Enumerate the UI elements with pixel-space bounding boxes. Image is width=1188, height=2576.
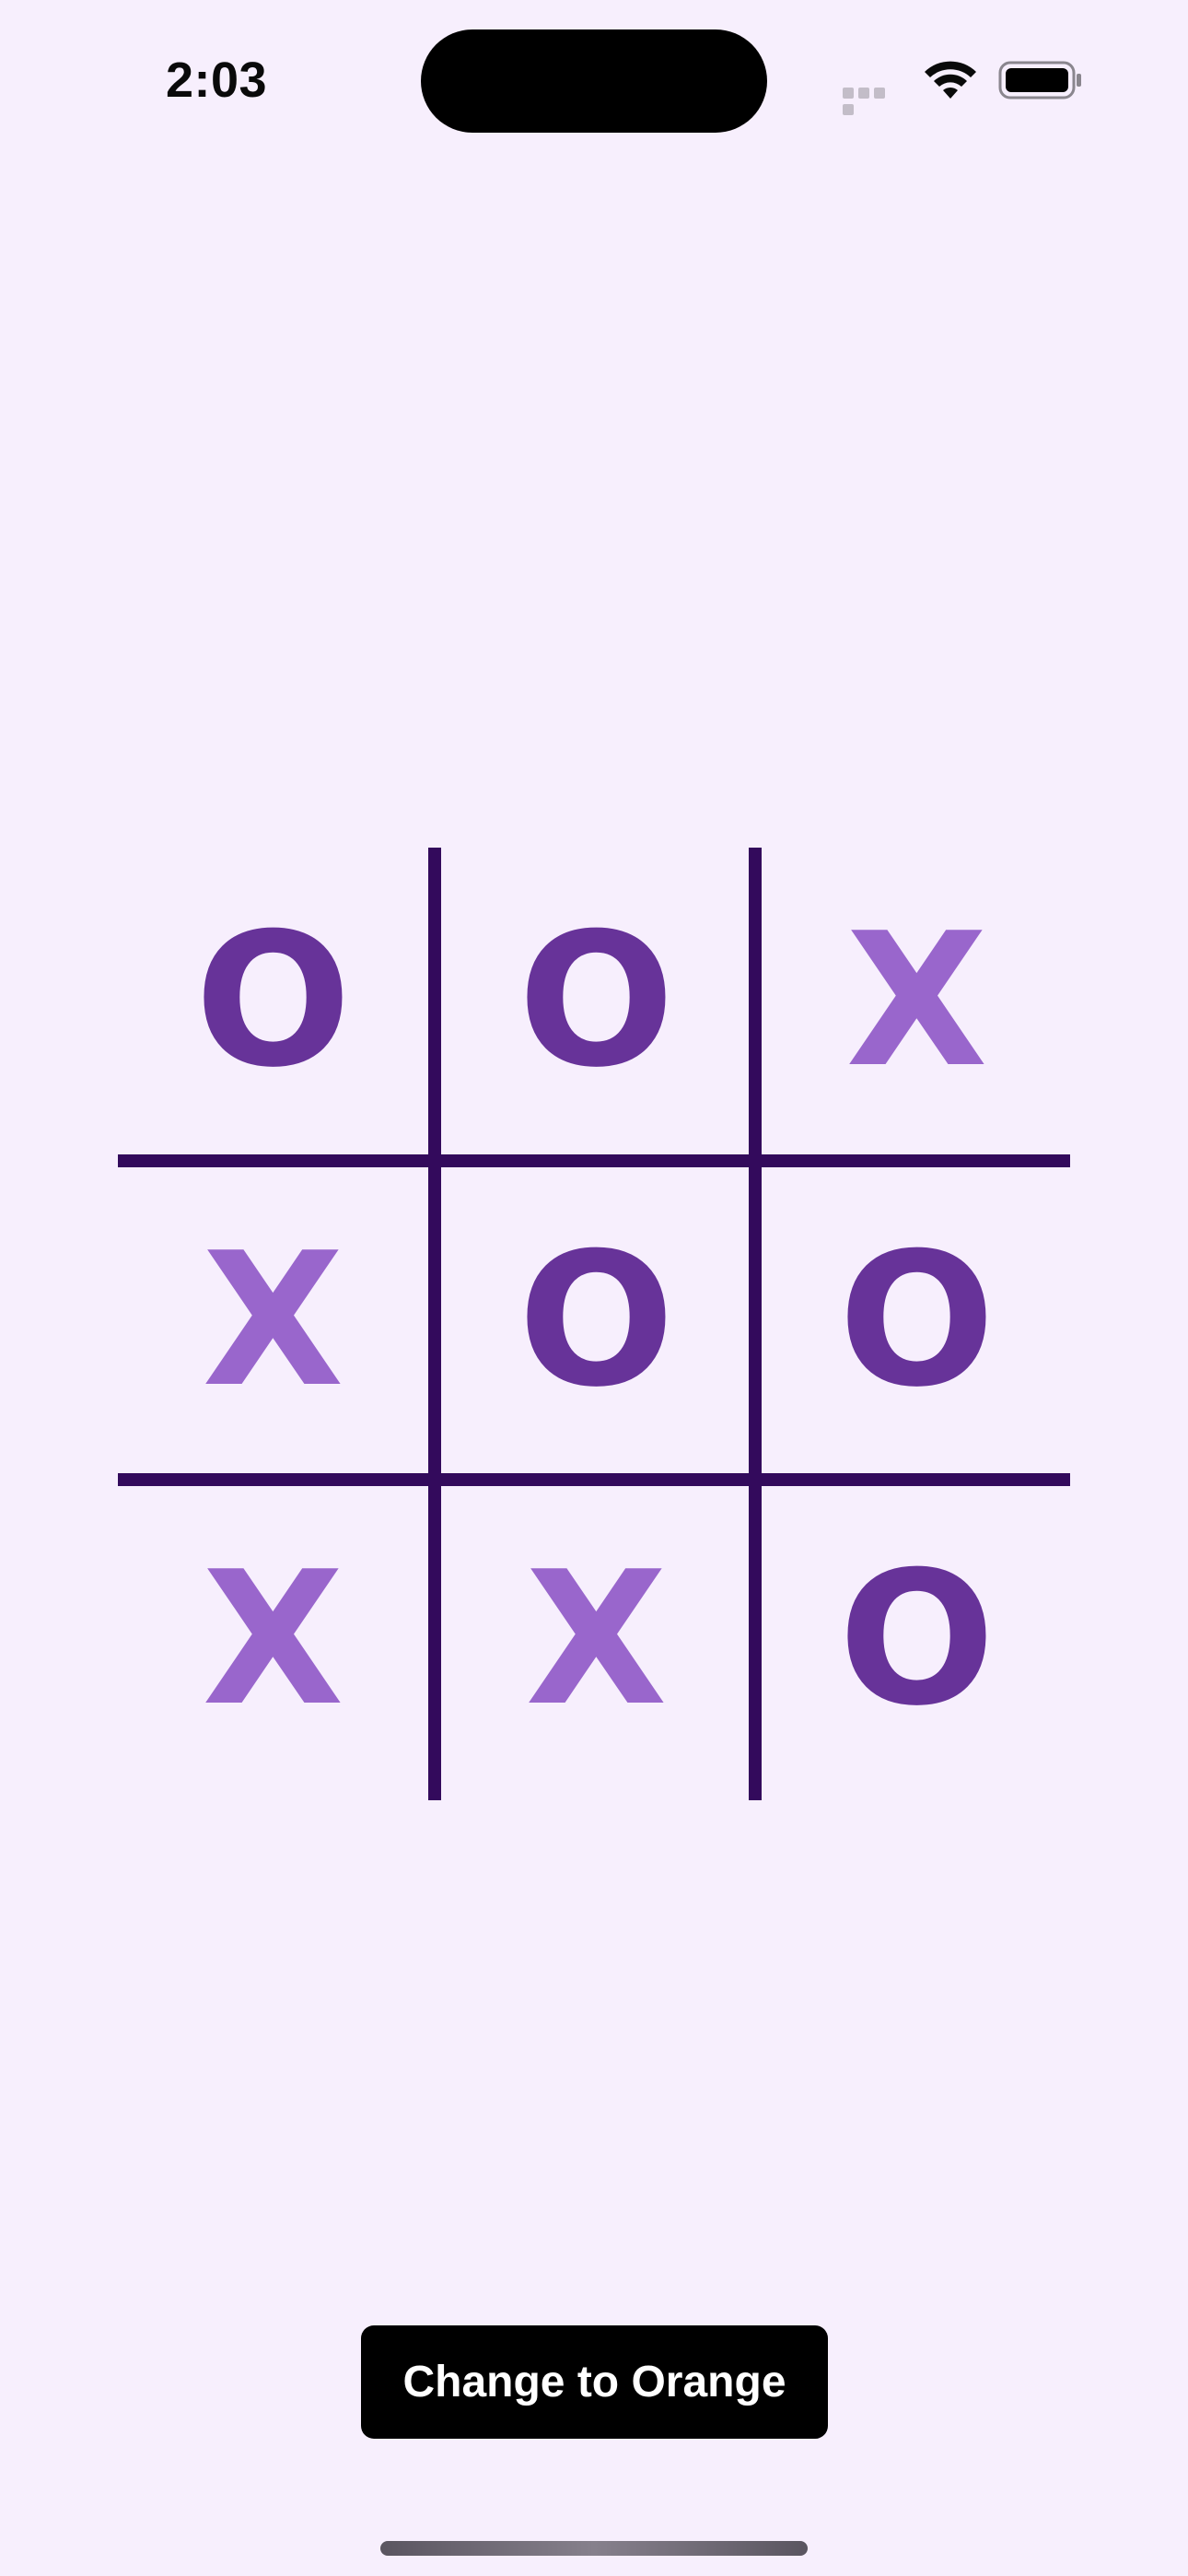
grid-line-horizontal — [118, 1473, 1070, 1486]
status-time: 2:03 — [166, 53, 268, 108]
board-cell-2-1[interactable]: X — [441, 1486, 751, 1793]
tic-tac-toe-board: O O X X O O X X O — [118, 848, 1070, 1800]
grid-line-vertical — [428, 848, 441, 1800]
change-color-button[interactable]: Change to Orange — [361, 2325, 828, 2439]
board-cell-0-1[interactable]: O — [441, 848, 751, 1154]
cellular-signal-icon — [843, 87, 903, 115]
board-cell-1-2[interactable]: O — [762, 1167, 1072, 1474]
wifi-icon — [925, 61, 976, 99]
board-cell-0-2[interactable]: X — [762, 848, 1072, 1154]
grid-line-horizontal — [118, 1154, 1070, 1167]
board-cell-0-0[interactable]: O — [118, 848, 428, 1154]
board-cell-2-2[interactable]: O — [762, 1486, 1072, 1793]
board-cell-2-0[interactable]: X — [118, 1486, 428, 1793]
home-indicator[interactable] — [380, 2541, 808, 2556]
dynamic-island — [421, 29, 767, 133]
board-cell-1-1[interactable]: O — [441, 1167, 751, 1474]
battery-icon — [998, 61, 1081, 100]
board-cell-1-0[interactable]: X — [118, 1167, 428, 1474]
